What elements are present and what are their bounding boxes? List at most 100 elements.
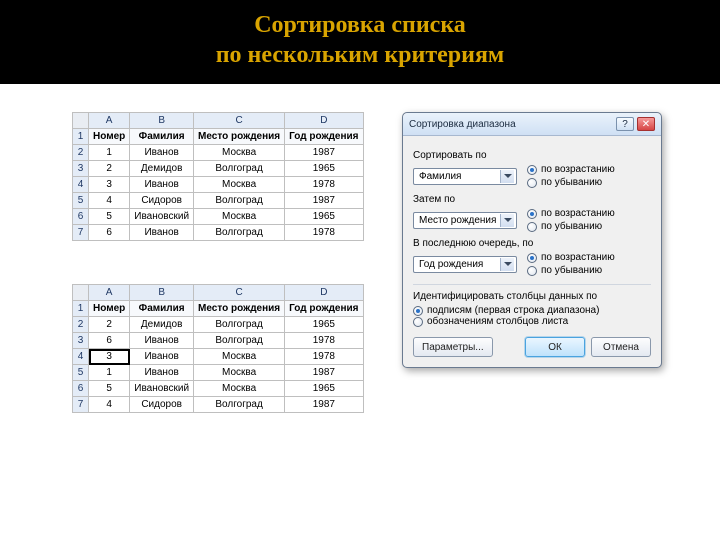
col-D: D [285,285,363,301]
sortby-label: Сортировать по [413,150,651,161]
hdr-year: Год рождения [285,301,363,317]
cell: Москва [194,177,285,193]
cell: Москва [194,209,285,225]
radio-icon [527,178,537,188]
cell: 1978 [285,225,363,241]
hdr-num: Номер [89,301,130,317]
cell: Москва [194,349,285,365]
grid-before: A B C D 1 Номер Фамилия Место рождения Г… [72,112,364,241]
radio-icon [527,253,537,263]
radio-label: по возрастанию [541,164,615,175]
radio-label: подписям (первая строка диапазона) [427,305,599,316]
cell: Москва [194,365,285,381]
cell: 1987 [285,365,363,381]
lastby-combo[interactable]: Год рождения [413,256,517,273]
radio-label: обозначениям столбцов листа [427,316,568,327]
col-A: A [89,285,130,301]
radio-icon [413,317,423,327]
identify-label: Идентифицировать столбцы данных по [413,291,651,302]
slide-content: A B C D 1 Номер Фамилия Место рождения Г… [0,84,720,548]
hdr-num: Номер [89,129,130,145]
cell: 1987 [285,397,363,413]
title-line-2: по нескольким критериям [8,40,712,70]
hdr-place: Место рождения [194,301,285,317]
col-C: C [194,113,285,129]
thenby-asc-radio[interactable]: по возрастанию [527,208,615,219]
help-icon: ? [622,119,628,130]
corner-cell [73,113,89,129]
cell: 5 [89,381,130,397]
cell: 1965 [285,209,363,225]
ok-button[interactable]: ОК [525,337,585,357]
button-label: Параметры... [422,342,484,353]
row-3: 3 [73,161,89,177]
lastby-asc-radio[interactable]: по возрастанию [527,252,615,263]
sortby-desc-radio[interactable]: по убыванию [527,177,615,188]
cell: 5 [89,209,130,225]
identify-labels-radio[interactable]: подписям (первая строка диапазона) [413,305,651,316]
sortby-asc-radio[interactable]: по возрастанию [527,164,615,175]
row-6: 6 [73,381,89,397]
cell: Волгоград [194,397,285,413]
hdr-place: Место рождения [194,129,285,145]
cell: Иванов [130,349,194,365]
col-B: B [130,285,194,301]
row-2: 2 [73,317,89,333]
cell: 1965 [285,161,363,177]
thenby-combo[interactable]: Место рождения [413,212,517,229]
cell: 2 [89,317,130,333]
chevron-down-icon [500,214,514,227]
row-7: 7 [73,397,89,413]
cell: 4 [89,193,130,209]
cell: Иванов [130,225,194,241]
cell: Москва [194,145,285,161]
cell: 1 [89,145,130,161]
cell: Волгоград [194,317,285,333]
button-label: ОК [548,342,562,353]
sortby-combo[interactable]: Фамилия [413,168,517,185]
title-line-1: Сортировка списка [8,10,712,40]
dialog-body: Сортировать по Фамилия по возрастанию по… [403,136,661,367]
cell: Москва [194,381,285,397]
params-button[interactable]: Параметры... [413,337,493,357]
cell: Волгоград [194,225,285,241]
lastby-desc-radio[interactable]: по убыванию [527,265,615,276]
cell: 1965 [285,381,363,397]
hdr-year: Год рождения [285,129,363,145]
lastby-label: В последнюю очередь, по [413,238,651,249]
close-button[interactable]: ✕ [637,117,655,131]
cell: Демидов [130,161,194,177]
cell: 6 [89,225,130,241]
col-B: B [130,113,194,129]
cell: 3 [89,177,130,193]
cell: Сидоров [130,193,194,209]
dialog-title: Сортировка диапазона [409,119,516,130]
divider [413,284,651,285]
spreadsheet-before: A B C D 1 Номер Фамилия Место рождения Г… [72,112,364,241]
lastby-value: Год рождения [419,259,483,270]
cell: 1987 [285,145,363,161]
hdr-surname: Фамилия [130,129,194,145]
radio-icon [413,306,423,316]
cell: 1978 [285,177,363,193]
cell: 1978 [285,333,363,349]
dialog-titlebar[interactable]: Сортировка диапазона ? ✕ [403,113,661,136]
slide-title-banner: Сортировка списка по нескольким критерия… [0,0,720,84]
col-A: A [89,113,130,129]
cell: 1965 [285,317,363,333]
thenby-label: Затем по [413,194,651,205]
row-2: 2 [73,145,89,161]
cell: Ивановский [130,381,194,397]
cell: 1 [89,365,130,381]
cell: Иванов [130,145,194,161]
row-4: 4 [73,349,89,365]
row-6: 6 [73,209,89,225]
help-button[interactable]: ? [616,117,634,131]
cancel-button[interactable]: Отмена [591,337,651,357]
radio-label: по убыванию [541,177,602,188]
cell: Сидоров [130,397,194,413]
identify-cols-radio[interactable]: обозначениям столбцов листа [413,316,651,327]
thenby-desc-radio[interactable]: по убыванию [527,221,615,232]
thenby-value: Место рождения [419,215,496,226]
chevron-down-icon [500,258,514,271]
